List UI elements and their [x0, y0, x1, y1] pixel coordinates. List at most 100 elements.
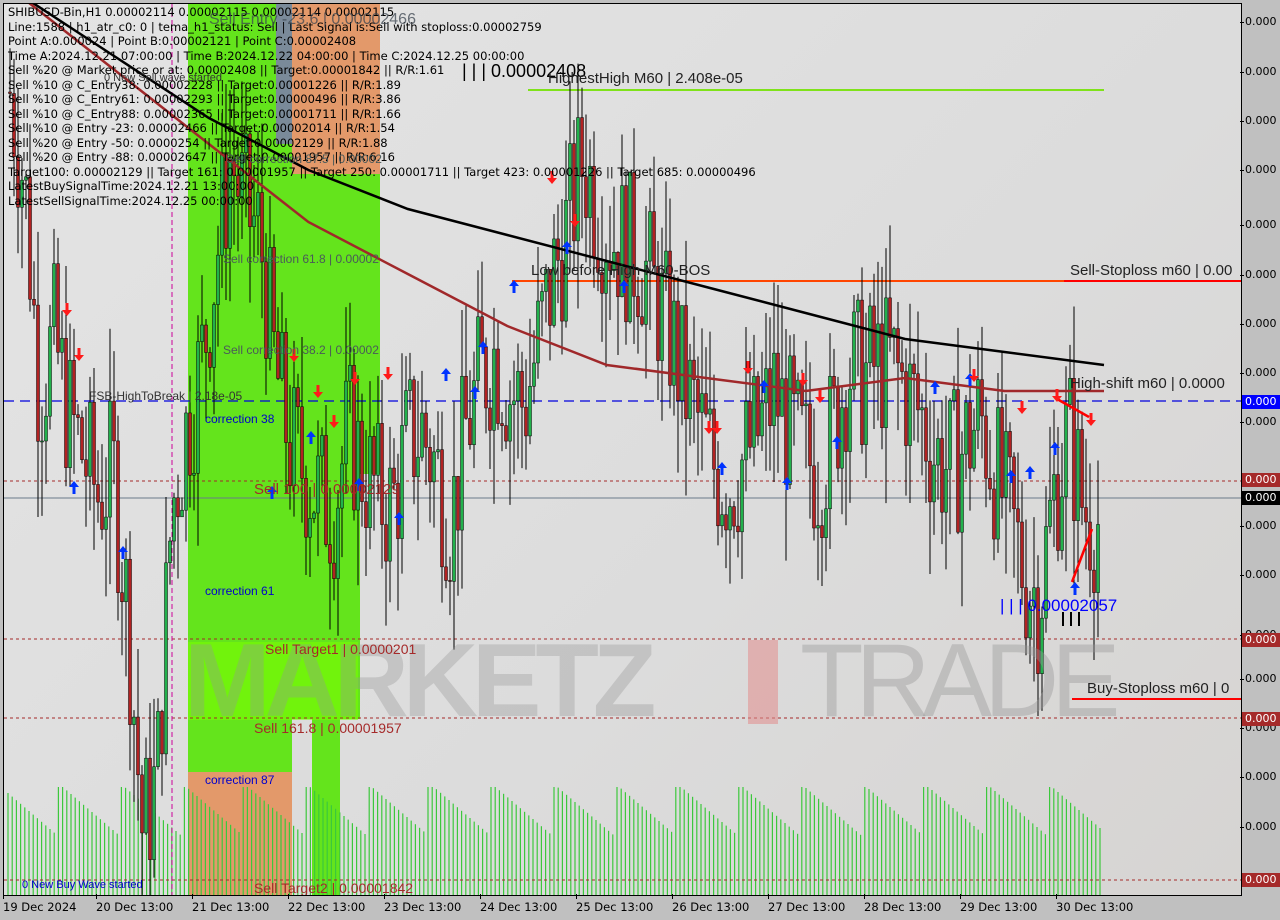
candle-body	[884, 297, 888, 428]
candle-body	[384, 524, 388, 562]
sell-100-label: Sell 100 | 0.00002129	[254, 481, 400, 498]
correction-61-label: correction 61	[205, 584, 275, 598]
candle-body	[988, 478, 992, 490]
candle-body	[436, 449, 440, 453]
candle-body	[492, 348, 496, 431]
sell-arrow-icon	[74, 348, 84, 361]
candle-body	[52, 263, 56, 327]
candle-body	[140, 774, 144, 834]
candle-body	[444, 566, 448, 581]
candle-body	[540, 291, 544, 302]
candle-body	[708, 408, 712, 415]
candle-body	[904, 371, 908, 446]
y-tick-label: 0.000	[1240, 65, 1277, 78]
chart-plot-area[interactable]: MARKETZ TRADE SHIBUSD-Bin,H1 0.00002114 …	[3, 3, 1242, 896]
y-tick-label: 0.000	[1240, 163, 1277, 176]
candle-body	[796, 379, 800, 395]
candle-body	[732, 506, 736, 527]
candle-body	[256, 192, 260, 217]
candle-body	[788, 355, 792, 485]
candle-body	[1064, 404, 1068, 498]
candle-body	[372, 436, 376, 476]
buy-arrow-icon	[441, 368, 451, 381]
info-line: Sell %10 @ C_Entry61: 0.00002293 || Targ…	[8, 92, 401, 106]
candle-body	[172, 497, 176, 542]
candle-body	[1016, 508, 1020, 523]
candle-body	[132, 716, 136, 725]
candle-body	[584, 176, 588, 218]
candle-body	[928, 460, 932, 503]
candle-body	[400, 425, 404, 539]
candle-body	[512, 400, 516, 405]
candle-body	[1084, 507, 1088, 523]
candle-body	[92, 401, 96, 485]
candle-body	[1020, 521, 1024, 588]
correction-38-label: correction 38	[205, 412, 275, 426]
correction-87-label: correction 87	[205, 773, 275, 787]
y-tick-label: 0.000	[1240, 770, 1277, 783]
candle-body	[468, 418, 472, 446]
candle-body	[920, 407, 924, 411]
candle-body	[216, 254, 220, 305]
price-axis[interactable]: 0.000 0.000 0.000 0.000 0.000 0.000 0.000 0.000…	[1240, 0, 1280, 920]
sell-correction-618-label: Sell correction 61.8 | 0.00002	[223, 252, 379, 266]
candle-body	[68, 359, 72, 468]
candle-body	[828, 376, 832, 510]
info-line: Sell %10 @ C_Entry88: 0.00002365 || Targ…	[8, 106, 401, 121]
candle-body	[836, 385, 840, 469]
candle-body	[872, 305, 876, 367]
candle-body	[120, 592, 124, 603]
candle-body	[840, 407, 844, 469]
candle-body	[1004, 431, 1008, 498]
candle-body	[380, 423, 384, 525]
candle-body	[112, 400, 116, 442]
candle-body	[564, 199, 568, 322]
y-tick-label: 0.000	[1240, 317, 1277, 330]
candle-body	[128, 558, 132, 725]
watermark-right: TRADE	[800, 623, 1120, 739]
candle-body	[440, 449, 444, 568]
candle-body	[860, 299, 864, 445]
new-buy-wave-label: 0 New Buy Wave started	[22, 879, 143, 891]
candle-body	[680, 305, 684, 401]
candle-body	[296, 387, 300, 408]
candle-body	[932, 464, 936, 503]
candle-body	[184, 412, 188, 511]
lowest-low-mark: | | | 0.00002057	[1000, 596, 1118, 615]
candle-body	[160, 711, 164, 755]
candle-body	[648, 211, 652, 262]
candle-body	[940, 438, 944, 513]
buy-arrow-icon	[1070, 582, 1080, 595]
candle-body	[684, 305, 688, 420]
candle-body	[868, 305, 872, 364]
candle-body	[752, 376, 756, 448]
candle-body	[704, 393, 708, 415]
candle-body	[452, 476, 456, 582]
candle-body	[728, 506, 732, 531]
candle-body	[348, 365, 352, 382]
sell-161-8-label: Sell 161.8 | 0.00001957	[254, 720, 402, 736]
candle-body	[784, 378, 788, 485]
candle-body	[192, 472, 196, 476]
highest-high-label: HighestHigh M60 | 2.408e-05	[548, 70, 743, 87]
candle-body	[424, 412, 428, 448]
candle-body	[816, 525, 820, 529]
candle-body	[432, 451, 436, 483]
candle-body	[532, 362, 536, 387]
candle-body	[108, 400, 112, 518]
candle-body	[488, 407, 492, 431]
candle-body	[148, 757, 152, 861]
sell-arrow-icon	[383, 367, 393, 380]
price-badge-sell-161.8: 0.000	[1242, 712, 1280, 726]
x-tick-label: 21 Dec 13:00	[192, 894, 270, 914]
candle-body	[88, 401, 92, 477]
candle-body	[208, 352, 212, 368]
candle-body	[124, 558, 128, 603]
candle-body	[1048, 499, 1052, 527]
x-tick-label: 26 Dec 13:00	[672, 894, 750, 914]
info-line: Time A:2024.12.21 07:00:00 | Time B:2024…	[8, 48, 525, 63]
sell-target2-label: Sell Target2 | 0.00001842	[254, 880, 414, 896]
candle-body	[176, 497, 180, 518]
candle-body	[428, 447, 432, 483]
candle-body	[144, 757, 148, 834]
